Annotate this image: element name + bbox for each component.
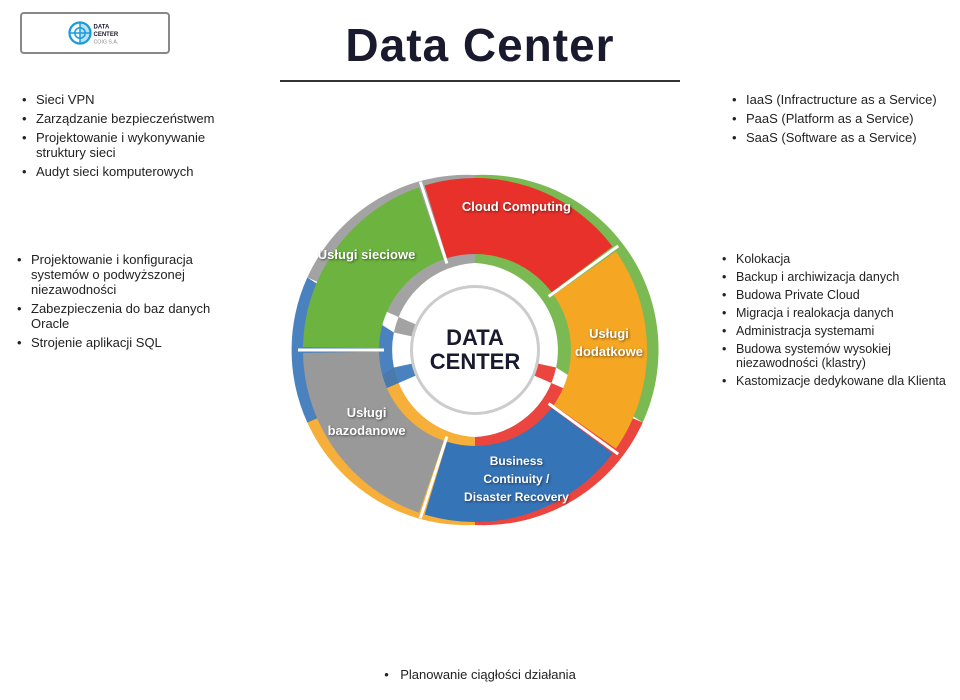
list-item: PaaS (Platform as a Service) [730,109,940,128]
left-mid-panel: Projektowanie i konfiguracja systemów o … [15,250,235,352]
list-item: Budowa systemów wysokiej niezawodności (… [720,340,950,372]
list-item: IaaS (Infractructure as a Service) [730,90,940,109]
right-top-panel: IaaS (Infractructure as a Service) PaaS … [730,90,940,147]
list-item: Zabezpieczenia do baz danych Oracle [15,299,235,333]
list-item: Zarządzanie bezpieczeństwem [20,109,220,128]
list-item: Kastomizacje dedykowane dla Klienta [720,372,950,390]
label-uslugi-bazodanowe: Usługi bazodanowe [312,404,422,440]
donut-wrapper: DATA CENTER Usługi sieciowe Cloud Comput… [285,160,665,540]
left-top-panel: Sieci VPN Zarządzanie bezpieczeństwem Pr… [20,90,220,181]
list-item: SaaS (Software as a Service) [730,128,940,147]
list-item: Planowanie ciągłości działania [384,667,576,682]
list-item: Strojenie aplikacji SQL [15,333,235,352]
list-item: Projektowanie i wykonywanie struktury si… [20,128,220,162]
label-business-continuity: Business Continuity / Disaster Recovery [461,452,571,506]
list-item: Backup i archiwizacja danych [720,268,950,286]
bottom-panel: Planowanie ciągłości działania [0,667,960,682]
label-uslugi-dodatkowe: Usługi dodatkowe [554,325,664,361]
list-item: Audyt sieci komputerowych [20,162,220,181]
list-item: Projektowanie i konfiguracja systemów o … [15,250,235,299]
list-item: Kolokacja [720,250,950,268]
label-uslugi-sieciowe: Usługi sieciowe [312,246,422,264]
right-mid-panel: Kolokacja Backup i archiwizacja danych B… [720,250,950,390]
list-item: Migracja i realokacja danych [720,304,950,322]
donut-chart: DATA CENTER Usługi sieciowe Cloud Comput… [250,85,700,615]
label-cloud-computing: Cloud Computing [461,198,571,216]
page-title: Data Center [0,18,960,72]
title-divider [280,80,680,82]
list-item: Administracja systemami [720,322,950,340]
center-circle: DATA CENTER [410,285,540,415]
center-center-text: CENTER [430,350,520,374]
list-item: Sieci VPN [20,90,220,109]
center-data-text: DATA [446,326,504,350]
list-item: Budowa Private Cloud [720,286,950,304]
